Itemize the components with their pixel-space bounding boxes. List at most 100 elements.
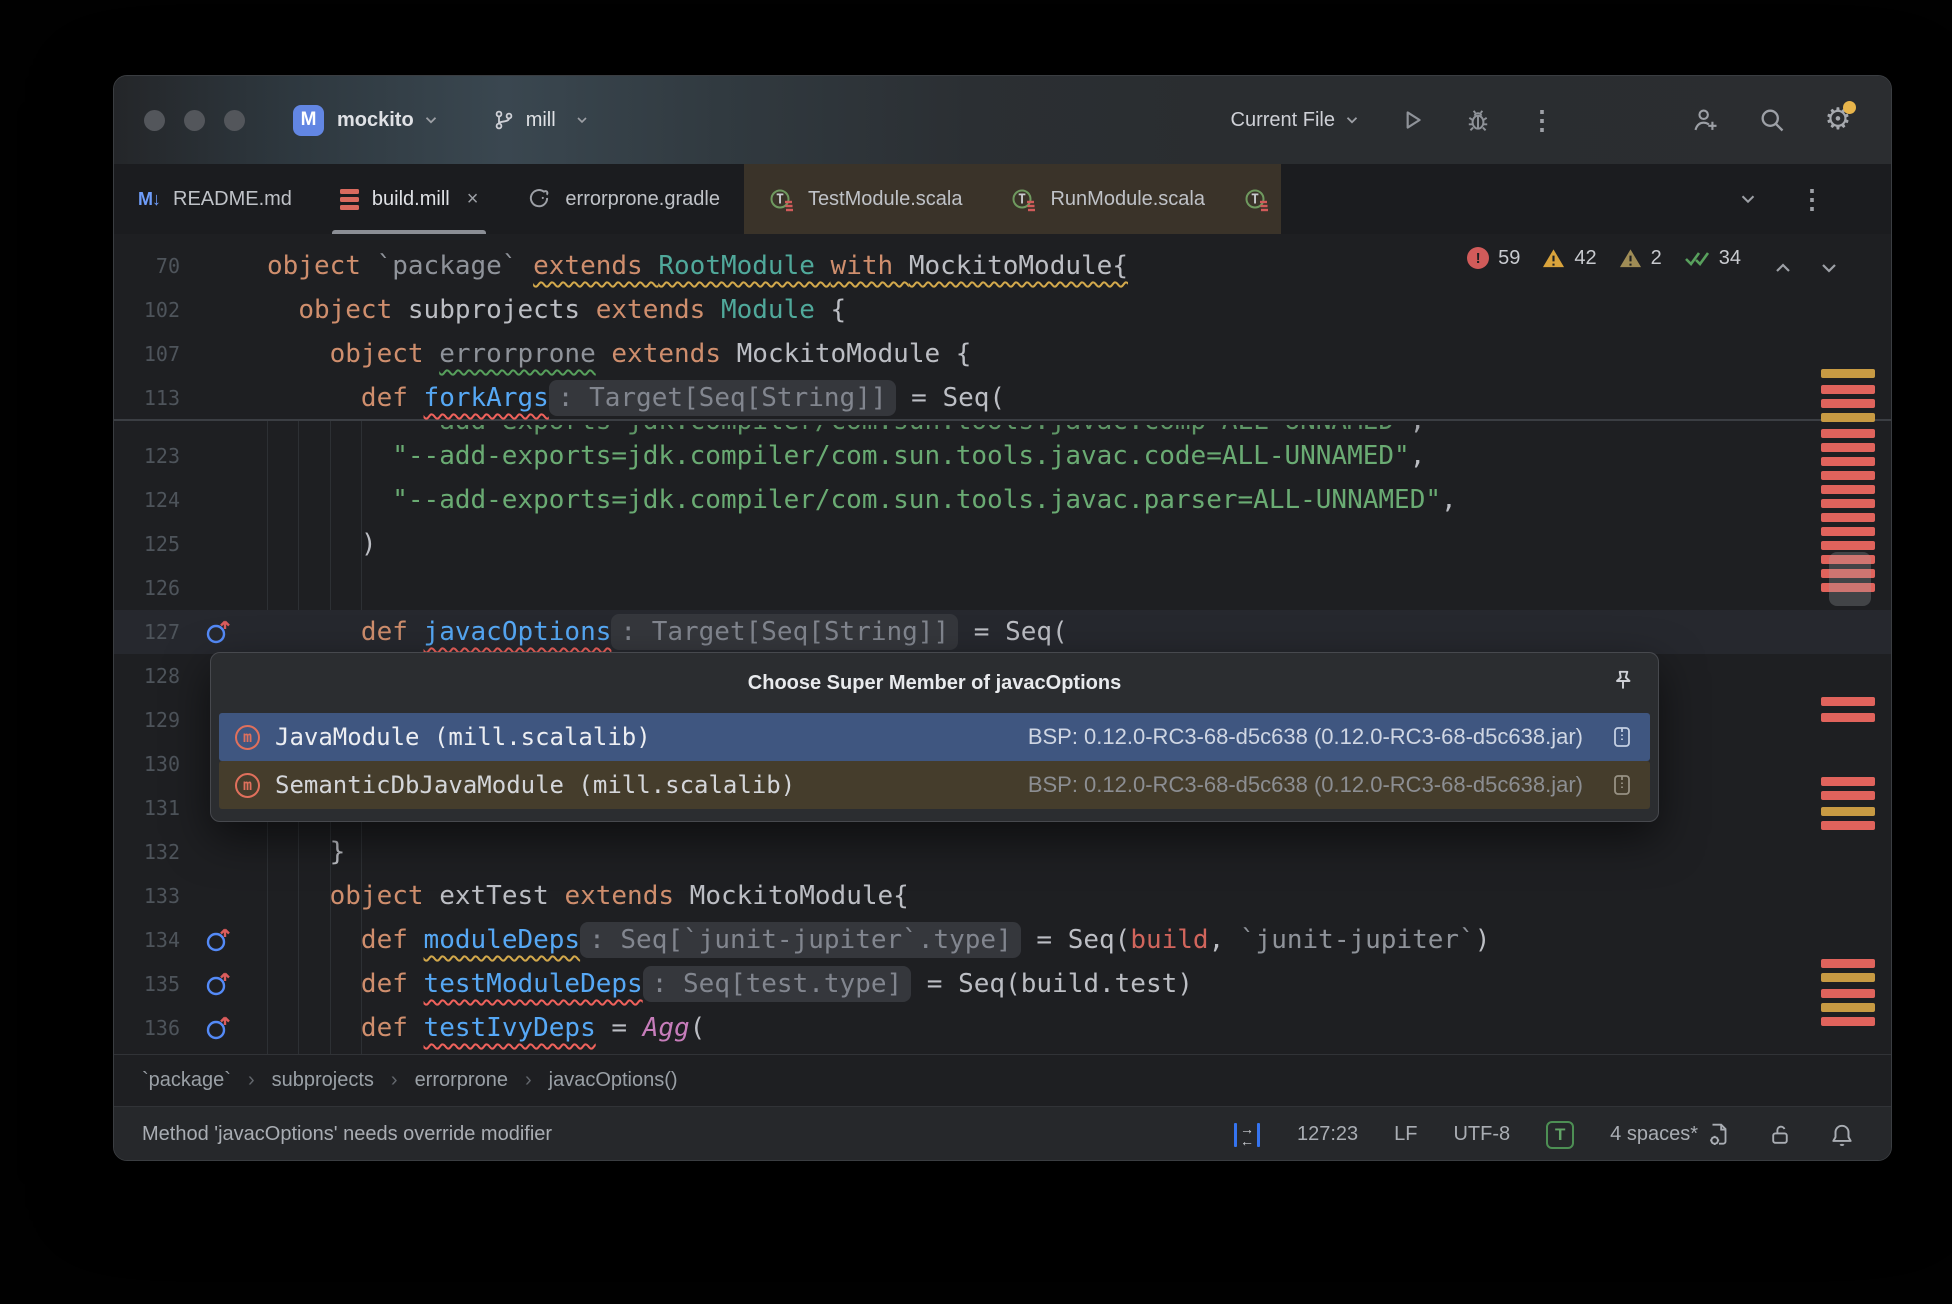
project-selector[interactable]: mockito	[337, 109, 414, 132]
search-icon[interactable]	[1757, 105, 1787, 135]
code-line-125[interactable]: 125 )	[114, 522, 1891, 566]
editor-scrollbar-thumb[interactable]	[1829, 552, 1871, 606]
overrides-gutter-icon[interactable]	[204, 1014, 232, 1042]
highlighting-level-badge[interactable]: T	[1546, 1121, 1574, 1149]
error-stripe-mark[interactable]	[1821, 369, 1875, 378]
error-stripe-mark[interactable]	[1821, 399, 1875, 408]
status-message[interactable]: Method 'javacOptions' needs override mod…	[142, 1123, 552, 1146]
zoom-window-button[interactable]	[224, 110, 245, 131]
breadcrumb-item[interactable]: subprojects	[272, 1069, 374, 1092]
breadcrumb-item[interactable]: errorprone	[415, 1069, 508, 1092]
code-line-113[interactable]: 113 def forkArgs: Target[Seq[String]] = …	[114, 376, 1891, 420]
code-style-file-icon[interactable]	[1706, 1122, 1732, 1148]
code-line-133[interactable]: 133 object extTest extends MockitoModule…	[114, 874, 1891, 918]
indent-guides-icon[interactable]: →←	[1233, 1122, 1261, 1148]
tab-testmodule-scala[interactable]: TTestModule.scala	[744, 164, 987, 234]
error-stripe-mark[interactable]	[1821, 697, 1875, 706]
line-number[interactable]: 133	[114, 874, 180, 918]
pin-icon[interactable]	[1610, 668, 1636, 694]
code-line-136[interactable]: 136 def testIvyDeps = Agg(	[114, 1006, 1891, 1050]
lock-icon[interactable]	[1768, 1122, 1793, 1147]
error-stripe-mark[interactable]	[1821, 443, 1875, 452]
error-stripe-mark[interactable]	[1821, 499, 1875, 508]
error-stripe-mark[interactable]	[1821, 429, 1875, 438]
encoding-widget[interactable]: UTF-8	[1453, 1123, 1510, 1146]
next-problem-chevron-icon[interactable]	[1817, 256, 1841, 280]
super-member-option-0[interactable]: mJavaModule (mill.scalalib)BSP: 0.12.0-R…	[219, 713, 1650, 761]
more-actions-kebab[interactable]: ⋮	[1529, 107, 1555, 133]
tab-overflow-partial[interactable]: T	[1229, 164, 1281, 234]
error-stripe-mark[interactable]	[1821, 989, 1875, 998]
line-number[interactable]: 107	[114, 332, 180, 376]
error-stripe-mark[interactable]	[1821, 1003, 1875, 1012]
caret-position-widget[interactable]: 127:23	[1297, 1123, 1358, 1146]
line-number[interactable]: 131	[114, 786, 180, 830]
error-stripe-mark[interactable]	[1821, 959, 1875, 968]
error-stripe-mark[interactable]	[1821, 413, 1875, 422]
line-number[interactable]: 129	[114, 698, 180, 742]
code-line-123[interactable]: 123 "--add-exports=jdk.compiler/com.sun.…	[114, 434, 1891, 478]
line-number[interactable]: 132	[114, 830, 180, 874]
line-ending-widget[interactable]: LF	[1394, 1123, 1417, 1146]
vcs-branch-widget[interactable]: mill	[492, 108, 590, 132]
overrides-gutter-icon[interactable]	[204, 618, 232, 646]
run-button[interactable]	[1397, 105, 1427, 135]
tab-build-mill[interactable]: build.mill×	[316, 164, 503, 234]
line-number[interactable]: 125	[114, 522, 180, 566]
line-number[interactable]: 135	[114, 962, 180, 1006]
code-line-132[interactable]: 132 }	[114, 830, 1891, 874]
error-stripe-mark[interactable]	[1821, 457, 1875, 466]
indent-widget[interactable]: 4 spaces*	[1610, 1123, 1698, 1146]
line-number[interactable]: 128	[114, 654, 180, 698]
code-line-134[interactable]: 134 def moduleDeps: Seq[`junit-jupiter`.…	[114, 918, 1891, 962]
line-number[interactable]: 127	[114, 610, 180, 654]
line-number[interactable]: 113	[114, 376, 180, 420]
error-stripe-mark[interactable]	[1821, 821, 1875, 830]
line-number[interactable]: 102	[114, 288, 180, 332]
notifications-bell-icon[interactable]	[1829, 1122, 1855, 1148]
editor[interactable]: 123 "--add-exports=jdk.compiler/com.sun.…	[114, 234, 1891, 1054]
error-stripe-mark[interactable]	[1821, 471, 1875, 480]
error-stripe-mark[interactable]	[1821, 807, 1875, 816]
error-stripe-mark[interactable]	[1821, 1017, 1875, 1026]
breadcrumb-item[interactable]: `package`	[142, 1069, 231, 1092]
run-configuration-selector[interactable]: Current File	[1231, 109, 1361, 132]
code-line-102[interactable]: 102 object subprojects extends Module {	[114, 288, 1891, 332]
line-number[interactable]: 124	[114, 478, 180, 522]
settings-gear-icon[interactable]: ⚙	[1823, 105, 1853, 135]
error-stripe-mark[interactable]	[1821, 485, 1875, 494]
line-number[interactable]: 134	[114, 918, 180, 962]
error-stripe-mark[interactable]	[1821, 791, 1875, 800]
error-stripe-mark[interactable]	[1821, 385, 1875, 394]
error-stripe-mark[interactable]	[1821, 973, 1875, 982]
line-number[interactable]: 123	[114, 434, 180, 478]
close-tab-icon[interactable]: ×	[467, 188, 479, 211]
line-number[interactable]: 136	[114, 1006, 180, 1050]
hidden-tabs-chevron-icon[interactable]	[1737, 188, 1759, 210]
overrides-gutter-icon[interactable]	[204, 970, 232, 998]
debug-button[interactable]	[1463, 105, 1493, 135]
code-line-127[interactable]: 127 def javacOptions: Target[Seq[String]…	[114, 610, 1891, 654]
add-user-icon[interactable]	[1691, 105, 1721, 135]
error-stripe-mark[interactable]	[1821, 541, 1875, 550]
code-line-107[interactable]: 107 object errorprone extends MockitoMod…	[114, 332, 1891, 376]
super-member-option-1[interactable]: mSemanticDbJavaModule (mill.scalalib)BSP…	[219, 761, 1650, 809]
error-stripe-mark[interactable]	[1821, 513, 1875, 522]
breadcrumb-item[interactable]: javacOptions()	[549, 1069, 678, 1092]
line-number[interactable]: 130	[114, 742, 180, 786]
previous-problem-chevron-icon[interactable]	[1771, 256, 1795, 280]
code-line-126[interactable]: 126	[114, 566, 1891, 610]
overrides-gutter-icon[interactable]	[204, 926, 232, 954]
close-window-button[interactable]	[144, 110, 165, 131]
tab-errorprone-gradle[interactable]: errorprone.gradle	[502, 164, 744, 234]
code-line-135[interactable]: 135 def testModuleDeps: Seq[test.type] =…	[114, 962, 1891, 1006]
tab-options-kebab[interactable]: ⋮	[1799, 186, 1825, 212]
tab-readme-md[interactable]: M↓README.md	[114, 164, 316, 234]
inspections-widget[interactable]: ! 59 42 2 34	[1467, 246, 1741, 270]
error-stripe-mark[interactable]	[1821, 527, 1875, 536]
error-stripe-mark[interactable]	[1821, 777, 1875, 786]
minimize-window-button[interactable]	[184, 110, 205, 131]
chevron-down-icon[interactable]	[422, 111, 440, 129]
tab-runmodule-scala[interactable]: TRunModule.scala	[986, 164, 1229, 234]
line-number[interactable]: 70	[114, 244, 180, 288]
